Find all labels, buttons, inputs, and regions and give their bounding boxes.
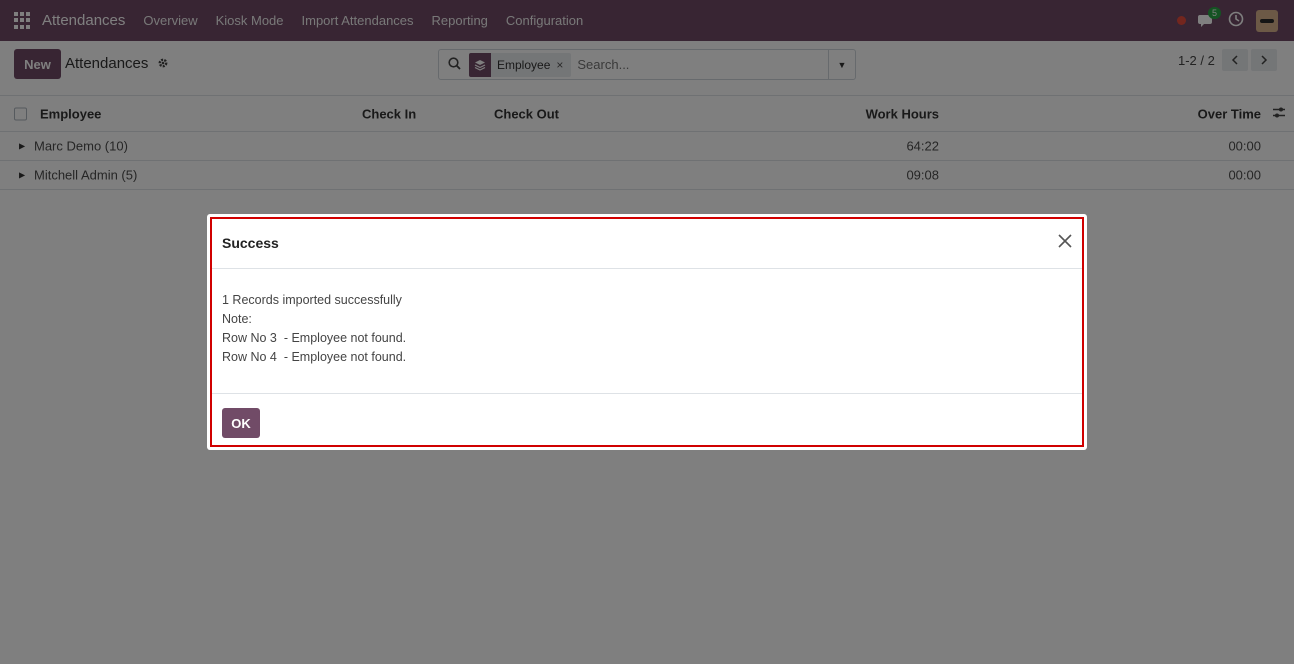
success-dialog: Success 1 Records imported successfully … (207, 214, 1087, 450)
dialog-message-line: Row No 3 - Employee not found. (222, 331, 407, 345)
dialog-body: 1 Records imported successfully Note: Ro… (222, 291, 406, 367)
dialog-message-line: 1 Records imported successfully (222, 293, 402, 307)
ok-button[interactable]: OK (222, 408, 260, 438)
dialog-highlight-frame: Success 1 Records imported successfully … (210, 217, 1084, 447)
close-icon[interactable] (1056, 232, 1074, 250)
dialog-footer: OK (212, 393, 1082, 445)
dialog-title: Success (222, 235, 279, 251)
dialog-message-line: Row No 4 - Employee not found. (222, 350, 407, 364)
dialog-header: Success (212, 219, 1082, 269)
dialog-message-line: Note: (222, 312, 252, 326)
